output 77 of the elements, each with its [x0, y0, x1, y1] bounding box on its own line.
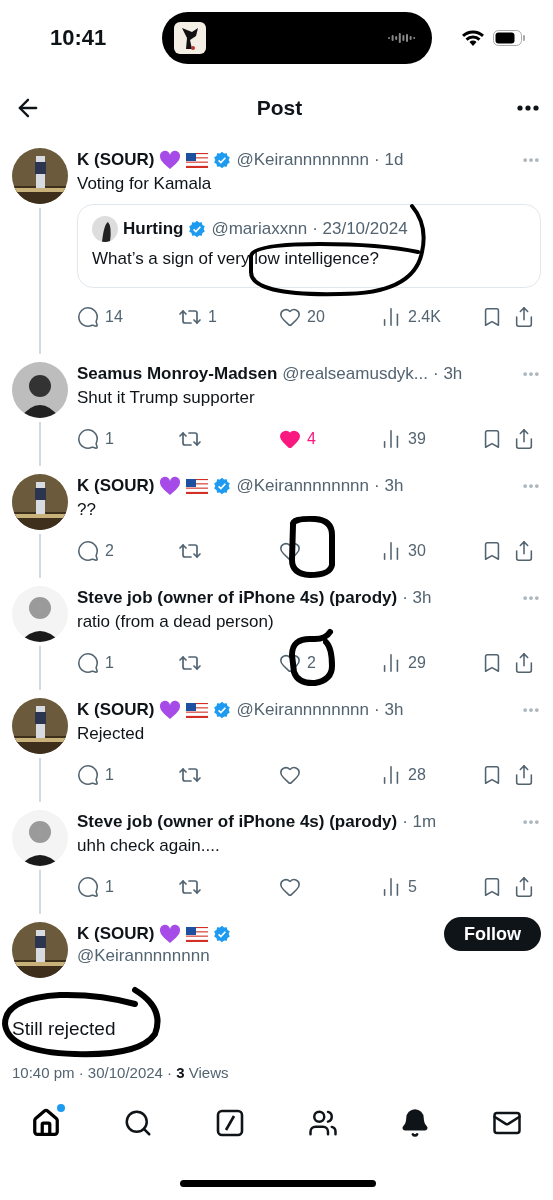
views-button[interactable]: 39 — [380, 428, 481, 450]
reply-button[interactable]: 1 — [77, 652, 178, 674]
author-handle: @mariaxxnn — [211, 219, 308, 239]
share-icon — [513, 764, 535, 786]
heart-icon — [279, 540, 301, 562]
heart-icon — [279, 306, 301, 328]
views-button[interactable]: 29 — [380, 652, 481, 674]
author-name: K (SOUR) — [77, 476, 155, 496]
like-button[interactable]: 4 — [279, 428, 380, 450]
post-text: uhh check again.... — [77, 835, 221, 857]
page-title: Post — [255, 96, 304, 120]
post-text: ratio (from a dead person) — [77, 611, 275, 633]
like-button[interactable]: 20 — [279, 306, 380, 328]
reply-button[interactable]: 1 — [77, 764, 178, 786]
author-name: Steve job (owner of iPhone 4s) (parody) — [77, 588, 398, 608]
author-handle: @Keirannnnnnnn — [236, 150, 370, 170]
heart-icon — [279, 428, 301, 450]
speech-bubble-icon — [77, 428, 99, 450]
post-text: Voting for Kamala — [77, 173, 213, 195]
post-text: ?? — [77, 499, 97, 521]
author-name: K (SOUR) — [77, 700, 155, 720]
post-time: · 3h — [374, 476, 404, 496]
repost-button[interactable]: 1 — [178, 305, 279, 329]
scribble-drawing — [289, 629, 335, 687]
reply-button[interactable]: 1 — [77, 428, 178, 450]
reply-button[interactable]: 1 — [77, 876, 178, 898]
author-name: Seamus Monroy-Madsen — [77, 364, 278, 384]
post-meta: 10:40 pm · 30/10/2024 · 3 Views — [12, 1064, 230, 1081]
status-time: 10:41 — [50, 25, 108, 51]
share-icon — [513, 306, 535, 328]
author-name: K (SOUR) — [77, 924, 155, 944]
views-button[interactable]: 30 — [380, 540, 481, 562]
author-handle: @Keirannnnnnnn — [236, 700, 370, 720]
post-text: Still rejected — [12, 1018, 117, 1040]
author-handle: @realseamusdyk... — [282, 364, 429, 384]
follow-button[interactable]: Follow — [444, 917, 541, 951]
flag-icon — [186, 152, 209, 168]
speech-bubble-icon — [77, 652, 99, 674]
speech-bubble-icon — [77, 306, 99, 328]
post-text: Rejected — [77, 723, 146, 745]
post-time: · 3h — [433, 364, 463, 384]
post-time: · 3h — [374, 700, 404, 720]
post-text: Shut it Trump supporter — [77, 387, 256, 409]
more-button[interactable] — [517, 105, 539, 111]
share-icon — [513, 652, 535, 674]
post-time: · 1m — [402, 812, 437, 832]
views-button[interactable]: 28 — [380, 764, 481, 786]
author-name: K (SOUR) — [77, 150, 155, 170]
flag-icon — [186, 478, 209, 494]
author-handle: @Keirannnnnnnn — [236, 476, 370, 496]
share-icon — [513, 428, 535, 450]
reply-button[interactable]: 2 — [77, 540, 178, 562]
waveform-icon — [388, 31, 418, 45]
author-name: Hurting — [123, 219, 184, 239]
share-icon — [513, 876, 535, 898]
wifi-icon — [461, 29, 485, 47]
flag-icon — [186, 702, 209, 718]
flag-icon — [186, 926, 209, 942]
speech-bubble-icon — [77, 540, 99, 562]
share-icon — [513, 540, 535, 562]
post-time: · 3h — [402, 588, 432, 608]
author-handle: @Keirannnnnnnn — [77, 946, 211, 966]
speech-bubble-icon — [77, 764, 99, 786]
heart-icon — [279, 652, 301, 674]
views-button[interactable]: 2.4K — [380, 306, 481, 328]
author-name: Steve job (owner of iPhone 4s) (parody) — [77, 812, 398, 832]
heart-icon — [279, 876, 301, 898]
post-time: · 23/10/2024 — [312, 219, 408, 239]
views-button[interactable]: 5 — [380, 876, 481, 898]
like-button[interactable]: 2 — [279, 652, 380, 674]
battery-icon — [493, 30, 525, 46]
heart-icon — [279, 764, 301, 786]
post-time: · 1d — [374, 150, 404, 170]
speech-bubble-icon — [77, 876, 99, 898]
scribble-drawing — [289, 515, 335, 578]
more-icon — [517, 105, 539, 111]
reply-button[interactable]: 14 — [77, 306, 178, 328]
